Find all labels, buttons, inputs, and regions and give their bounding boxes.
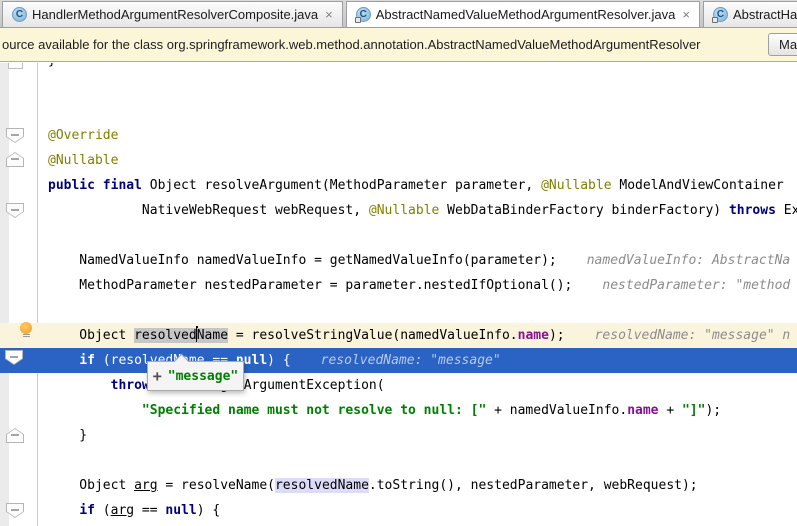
fold-marker-close-brace[interactable]	[6, 428, 24, 443]
code-token: ==	[134, 503, 165, 518]
code-token: NamedValueInfo namedValueInfo = getNamed…	[48, 253, 557, 268]
code-token: @Nullable	[541, 178, 611, 193]
code-line[interactable]: "Specified name must not resolve to null…	[0, 398, 797, 423]
code-token: Object	[48, 478, 134, 493]
code-line[interactable]	[0, 98, 797, 123]
debugger-inline-hint: resolvedName: "message" n	[595, 328, 791, 343]
code-token: .toString(), nestedParameter, webRequest…	[369, 478, 698, 493]
fold-marker-method[interactable]	[6, 203, 24, 218]
class-locked-icon: C	[356, 7, 371, 22]
code-token: arg	[111, 503, 134, 518]
code-token: if	[79, 353, 95, 368]
code-token: arg	[134, 478, 157, 493]
code-token: WebDataBinderFactory binderFactory)	[439, 203, 729, 218]
debugger-inline-hint: nestedParameter: "method	[602, 278, 790, 293]
current-line[interactable]: Object resolvedName = resolveStringValue…	[0, 323, 797, 348]
code-token: ) {	[197, 503, 220, 518]
close-tab-icon[interactable]: ×	[325, 7, 333, 22]
code-token: Object resolveArgument(MethodParameter p…	[142, 178, 541, 193]
execution-line[interactable]: if (resolvedName == null) {resolvedName:…	[0, 348, 797, 373]
fold-marker-if-block[interactable]	[5, 350, 23, 365]
code-token: = resolveStringValue(namedValueInfo.	[228, 328, 518, 343]
maven-button[interactable]: Mav	[768, 33, 797, 56]
code-token: MethodParameter nestedParameter = parame…	[48, 278, 572, 293]
code-token: @Override	[48, 128, 118, 143]
code-token: }	[48, 428, 87, 443]
code-line[interactable]	[0, 223, 797, 248]
code-token: }	[48, 63, 56, 68]
decompiler-banner: ource available for the class org.spring…	[0, 27, 797, 62]
code-token: if	[79, 503, 95, 518]
code-token: );	[705, 403, 721, 418]
fold-marker-nullable[interactable]	[6, 152, 24, 167]
code-line[interactable]: if (arg == null) {	[0, 498, 797, 523]
tab-label: AbstractHandle	[733, 7, 797, 22]
fold-marker-override[interactable]	[6, 128, 24, 143]
code-line[interactable]: MethodParameter nestedParameter = parame…	[0, 273, 797, 298]
code-token: ) {	[267, 353, 290, 368]
code-line[interactable]: @Override	[0, 123, 797, 148]
code-token: (	[95, 503, 111, 518]
code-token: public final	[48, 178, 142, 193]
code-token: throws	[729, 203, 776, 218]
code-token	[48, 503, 79, 518]
tab-label: AbstractNamedValueMethodArgumentResolver…	[376, 7, 676, 22]
code-token: name	[518, 328, 549, 343]
code-token: );	[549, 328, 565, 343]
tab-abstracthandle[interactable]: C AbstractHandle	[703, 1, 797, 27]
code-line[interactable]	[0, 73, 797, 98]
code-line[interactable]: throw new IllegalArgumentException(	[0, 373, 797, 398]
code-token: @Nullable	[369, 203, 439, 218]
code-line[interactable]: public final Object resolveArgument(Meth…	[0, 173, 797, 198]
lock-icon	[355, 17, 361, 23]
code-token: Exce	[776, 203, 797, 218]
tab-handlermethodargumentresolvercomposite-java[interactable]: C HandlerMethodArgumentResolverComposite.…	[2, 1, 343, 27]
debugger-inline-hint: resolvedName: "message"	[321, 353, 501, 368]
code-token: name	[627, 403, 658, 418]
code-editor[interactable]: }@Override@Nullablepublic final Object r…	[0, 63, 797, 526]
fold-marker-if-arg[interactable]	[6, 503, 24, 518]
code-token: Name	[197, 328, 228, 343]
code-token: +	[659, 403, 682, 418]
ide-window: C HandlerMethodArgumentResolverComposite.…	[0, 0, 797, 526]
code-token	[48, 353, 79, 368]
code-token: "]"	[682, 403, 705, 418]
class-icon: C	[12, 7, 27, 22]
code-token	[48, 378, 111, 393]
tab-abstractnamedvaluemethodargumentresolver-java[interactable]: C AbstractNamedValueMethodArgumentResolve…	[346, 1, 700, 27]
intention-bulb-icon[interactable]	[20, 322, 33, 339]
code-token: @Nullable	[48, 153, 118, 168]
code-lines: }@Override@Nullablepublic final Object r…	[0, 63, 797, 523]
fold-marker-top-partial[interactable]	[8, 63, 23, 69]
code-token: NativeWebRequest webRequest,	[48, 203, 369, 218]
code-token: resolvedName	[275, 478, 369, 493]
tab-label: HandlerMethodArgumentResolverComposite.j…	[32, 7, 318, 22]
code-line[interactable]: }	[0, 63, 797, 73]
code-token: = resolveName(	[158, 478, 275, 493]
code-token: + namedValueInfo.	[486, 403, 627, 418]
code-line[interactable]: @Nullable	[0, 148, 797, 173]
editor-tab-bar: C HandlerMethodArgumentResolverComposite.…	[0, 0, 797, 27]
code-token: "Specified name must not resolve to null…	[142, 403, 486, 418]
close-tab-icon[interactable]: ×	[682, 7, 690, 22]
code-token: ModelAndViewContainer	[612, 178, 784, 193]
lock-icon	[712, 17, 718, 23]
class-locked-icon: C	[713, 7, 728, 22]
expand-plus-icon[interactable]: +	[153, 367, 162, 385]
code-line[interactable]	[0, 448, 797, 473]
code-line[interactable]	[0, 298, 797, 323]
code-line[interactable]: }	[0, 423, 797, 448]
code-line[interactable]: NativeWebRequest webRequest, @Nullable W…	[0, 198, 797, 223]
banner-message: ource available for the class org.spring…	[2, 37, 701, 52]
code-token	[48, 403, 142, 418]
debugger-value-tooltip[interactable]: + "message"	[147, 361, 244, 391]
code-line[interactable]: Object arg = resolveName(resolvedName.to…	[0, 473, 797, 498]
debugger-value-text: "message"	[168, 369, 238, 384]
code-line[interactable]: NamedValueInfo namedValueInfo = getNamed…	[0, 248, 797, 273]
debugger-inline-hint: namedValueInfo: AbstractNa	[587, 253, 791, 268]
code-token: Object	[48, 328, 134, 343]
code-token: resolved	[134, 328, 197, 343]
code-token: null	[165, 503, 196, 518]
